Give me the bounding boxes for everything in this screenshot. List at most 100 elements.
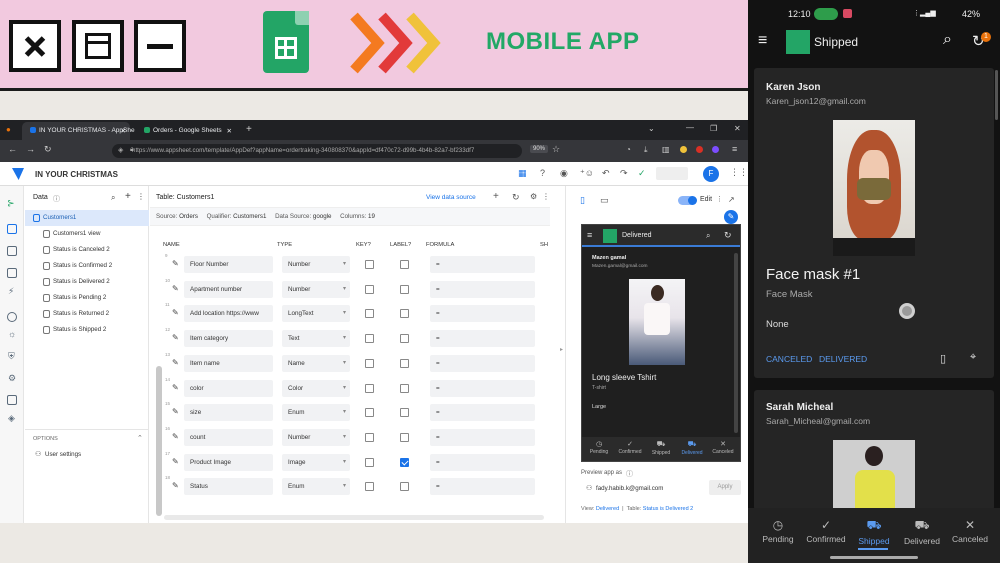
tab-google-sheets[interactable]: Orders - Google Sheets ✕ (136, 122, 236, 140)
views-rail-icon[interactable] (7, 246, 17, 256)
footer-view-link[interactable]: Delivered (596, 506, 619, 512)
data-rail-icon[interactable] (7, 224, 17, 234)
automation-icon[interactable]: ⊱ (7, 198, 15, 209)
extension-icon[interactable] (696, 146, 703, 153)
key-checkbox[interactable] (365, 482, 374, 492)
hamburger-menu-icon[interactable]: ≡ (587, 230, 592, 240)
column-name-field[interactable]: Product Image (184, 453, 273, 471)
save-button[interactable] (656, 167, 688, 180)
edit-toggle[interactable] (678, 196, 697, 205)
key-checkbox[interactable] (365, 334, 374, 344)
column-name-field[interactable]: size (184, 404, 273, 422)
label-checkbox[interactable] (400, 383, 409, 393)
preview-nav-canceled[interactable]: ✕ Canceled (708, 440, 738, 455)
tab-list-chevron-icon[interactable]: ⌄ (648, 124, 655, 133)
table-vertical-scrollbar[interactable] (156, 366, 162, 516)
table-row[interactable]: 10✎ Apartment number Number = (162, 277, 547, 302)
edit-pencil-icon[interactable]: ✎ (724, 210, 738, 224)
edit-pencil-icon[interactable]: ✎ (172, 333, 179, 342)
canceled-action-button[interactable]: CANCELED (766, 354, 812, 364)
close-browser-icon[interactable]: ✕ (734, 124, 741, 133)
extension-icon[interactable] (712, 146, 719, 153)
key-checkbox[interactable] (365, 309, 374, 319)
sync-icon[interactable]: ↻ (724, 230, 732, 241)
collapse-chevron-icon[interactable]: ⌃ (137, 434, 143, 442)
preview-email-input[interactable]: fady.habib.k@gmail.com (596, 485, 663, 492)
preview-nav-delivered[interactable]: ⛟ Delivered (677, 440, 707, 456)
user-settings-link[interactable]: User settings (45, 451, 81, 458)
column-type-select[interactable]: Enum (282, 478, 350, 496)
edit-pencil-icon[interactable]: ✎ (172, 358, 179, 367)
download-icon[interactable]: ⤓ (644, 145, 648, 155)
share-user-icon[interactable]: ⁺☺ (580, 168, 594, 179)
reload-icon[interactable]: ↻ (44, 144, 52, 155)
edit-pencil-icon[interactable]: ✎ (172, 407, 179, 416)
column-type-select[interactable]: Image (282, 453, 350, 471)
nav-canceled[interactable]: ✕ Canceled (945, 518, 995, 544)
apps-grid-icon[interactable]: ⋮⋮ (730, 167, 748, 178)
regenerate-icon[interactable]: ↻ (512, 192, 520, 203)
column-type-select[interactable]: Name (282, 354, 350, 372)
formula-field[interactable]: = (430, 379, 535, 397)
tab-appsheet[interactable]: IN YOUR CHRISTMAS - AppShe ✕ (22, 122, 135, 140)
extension-icon[interactable] (680, 146, 687, 153)
column-type-select[interactable]: Number (282, 256, 350, 273)
table-row[interactable]: 15✎ size Enum = (162, 400, 547, 425)
label-checkbox[interactable] (400, 260, 409, 269)
formula-field[interactable]: = (430, 453, 535, 471)
label-checkbox[interactable] (400, 482, 409, 492)
data-item-pending[interactable]: Status is Pending 2 (25, 290, 149, 306)
search-icon[interactable]: ⌕ (943, 31, 952, 49)
search-icon[interactable]: ⌕ (706, 231, 710, 241)
intelligence-rail-icon[interactable] (7, 312, 17, 322)
gesture-bar[interactable] (830, 556, 918, 559)
key-checkbox[interactable] (365, 408, 374, 418)
nav-pending[interactable]: ◷ Pending (753, 518, 803, 544)
column-type-select[interactable]: Text (282, 330, 350, 348)
formula-field[interactable]: = (430, 354, 535, 372)
hamburger-menu-icon[interactable]: ≡ (758, 32, 767, 50)
edit-pencil-icon[interactable]: ✎ (172, 481, 179, 490)
delivered-action-button[interactable]: DELIVERED (819, 354, 867, 364)
table-horizontal-scrollbar[interactable] (164, 515, 544, 520)
library-icon[interactable]: ▥ (662, 145, 670, 154)
add-column-icon[interactable]: + (493, 191, 499, 202)
table-settings-icon[interactable]: ⚙ (530, 192, 537, 201)
location-pin-icon[interactable]: ⌖ (970, 351, 976, 364)
table-row[interactable]: 14✎ color Color = (162, 376, 547, 401)
redo-icon[interactable]: ↷ (620, 168, 628, 179)
data-item-returned[interactable]: Status is Returned 2 (25, 306, 149, 322)
manage-rail-icon[interactable] (7, 395, 17, 405)
column-name-field[interactable]: Status (184, 478, 273, 496)
data-item-confirmed[interactable]: Status is Confirmed 2 (25, 258, 149, 274)
add-table-icon[interactable]: + (125, 191, 131, 202)
column-name-field[interactable]: count (184, 428, 273, 446)
view-data-source-link[interactable]: View data source (426, 194, 476, 201)
close-tab-icon[interactable]: ✕ (121, 127, 126, 135)
tablet-device-icon[interactable]: ▭ (600, 195, 609, 206)
close-tab-icon[interactable]: ✕ (227, 127, 232, 135)
column-name-field[interactable]: Add location https://www (184, 305, 273, 323)
phone-scrollbar[interactable] (995, 70, 998, 120)
key-checkbox[interactable] (365, 284, 374, 294)
formula-field[interactable]: = (430, 404, 535, 422)
label-checkbox[interactable] (400, 432, 409, 442)
idea-icon[interactable]: ☼ (8, 329, 16, 339)
data-item-canceled[interactable]: Status is Canceled 2 (25, 242, 149, 258)
column-name-field[interactable]: Item category (184, 330, 273, 348)
table-more-icon[interactable]: ⋮ (542, 192, 550, 201)
column-name-field[interactable]: Item name (184, 354, 273, 372)
formula-field[interactable]: = (430, 256, 535, 273)
formula-field[interactable]: = (430, 305, 535, 323)
product-image[interactable] (833, 440, 915, 510)
edit-pencil-icon[interactable]: ✎ (172, 284, 179, 293)
edit-pencil-icon[interactable]: ✎ (172, 308, 179, 317)
table-row[interactable]: 13✎ Item name Name = (162, 351, 547, 376)
menu-icon[interactable]: ≡ (732, 144, 737, 154)
actions-rail-icon[interactable] (7, 268, 17, 278)
product-image[interactable] (629, 279, 685, 365)
column-type-select[interactable]: Number (282, 428, 350, 446)
forward-icon[interactable]: → (26, 144, 35, 154)
key-checkbox[interactable] (365, 260, 374, 269)
label-checkbox[interactable] (400, 358, 409, 368)
